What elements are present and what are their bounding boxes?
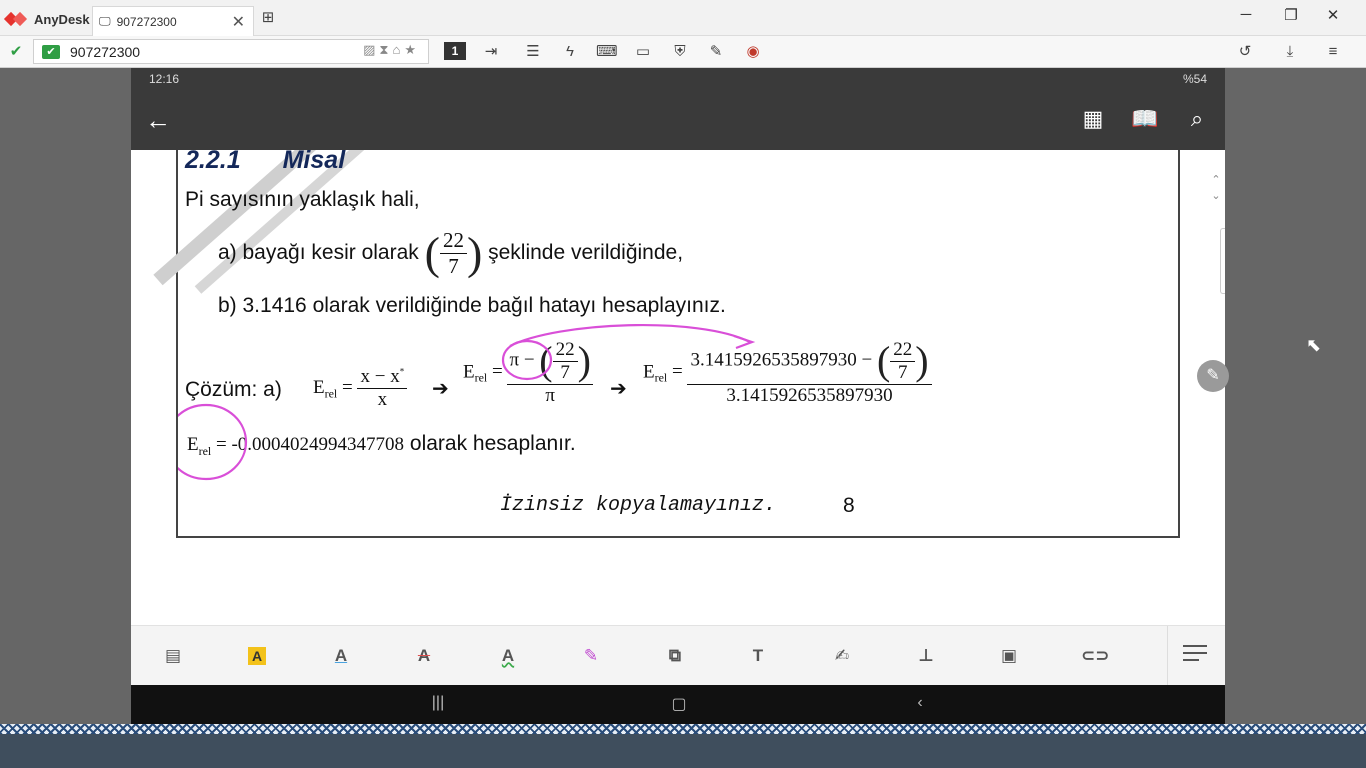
annotation-toolbar: ▤ A A A A ✎ ⧉ T ✍ ⊥ ▣ ⊂⊃ xyxy=(131,625,1225,686)
display-icon[interactable]: ▭ xyxy=(633,42,653,62)
equation-1: Erel = x − x* x xyxy=(313,366,408,411)
taskbar-stripe xyxy=(0,724,1366,734)
anydesk-brand: AnyDesk xyxy=(3,9,90,29)
display-number-badge[interactable]: 1 xyxy=(444,42,466,60)
anydesk-titlebar: AnyDesk 🖵 907272300 ✕ ⊞ ─ ❐ ✕ xyxy=(0,0,1366,36)
link-tool-icon[interactable]: ⊂⊃ xyxy=(1081,644,1110,668)
actions-icon[interactable]: ϟ xyxy=(560,42,580,62)
pdf-page: 2.2.1 Misal Pi sayısının yaklaşık hali, a… xyxy=(153,150,1180,538)
android-status-bar: 12:16 %54 xyxy=(131,68,1225,90)
shape-tool-icon[interactable]: ⧉ xyxy=(663,644,687,668)
home-icon[interactable]: ▢ xyxy=(667,694,691,714)
arrow-2: ➔ xyxy=(610,378,627,400)
anydesk-logo-icon xyxy=(3,11,28,27)
section-heading: 2.2.1 Misal xyxy=(185,150,345,175)
restore-button[interactable]: ❐ xyxy=(1279,6,1303,24)
chat-icon[interactable]: ☰ xyxy=(523,42,543,62)
comment-tool-icon[interactable]: ▤ xyxy=(161,644,185,668)
stamp-tool-icon[interactable]: ⊥ xyxy=(914,644,938,668)
result-value: -0.0004024994347708 xyxy=(231,434,405,455)
result-suffix: olarak hesaplanır. xyxy=(409,432,576,455)
signature-tool-icon[interactable]: ✍ xyxy=(830,644,854,668)
right-paren: ) xyxy=(466,227,483,279)
close-window-button[interactable]: ✕ xyxy=(1321,6,1345,24)
search-icon[interactable]: ⌕ xyxy=(1182,106,1212,132)
item-b: b) 3.1416 olarak verildiğinde bağıl hata… xyxy=(218,294,726,317)
underline-tool-icon[interactable]: A xyxy=(329,644,353,668)
new-tab-icon[interactable]: ⊞ xyxy=(259,10,277,26)
text-tool-icon[interactable]: T xyxy=(746,644,770,668)
status-time: 12:16 xyxy=(149,72,180,86)
brand-name: AnyDesk xyxy=(34,11,90,27)
anydesk-toolbar: ✔ ✔ 907272300 ▨⧗⌂★ ⇥ ☰ ϟ ⌨ ▭ ⛨ ✎ ◉ ↺ ⤓ ≡ xyxy=(0,36,1366,68)
highlight-tool-icon[interactable]: A xyxy=(248,647,266,665)
keyboard-icon[interactable]: ⌨ xyxy=(596,42,618,62)
grid-view-icon[interactable]: ▦ xyxy=(1078,106,1108,132)
item-a-prefix: a) bayağı kesir olarak xyxy=(218,241,419,265)
android-navigation-bar: ||| ▢ ‹ xyxy=(131,685,1225,724)
scroll-thumb[interactable] xyxy=(1220,228,1225,294)
item-a: a) bayağı kesir olarak (22 7) şeklinde ve… xyxy=(218,228,683,279)
permissions-icon[interactable]: ⛨ xyxy=(670,42,690,62)
minimize-button[interactable]: ─ xyxy=(1234,6,1258,23)
intro-text: Pi sayısının yaklaşık hali, xyxy=(185,188,420,211)
pen-tool-icon[interactable]: ✎ xyxy=(579,644,603,668)
edit-pencil-button[interactable]: ✎ xyxy=(1197,360,1229,392)
recents-icon[interactable]: ||| xyxy=(426,694,450,712)
tab-close-icon[interactable]: ✕ xyxy=(232,12,245,32)
section-title: Misal xyxy=(282,150,346,174)
fraction-22-7: 22 7 xyxy=(439,228,467,279)
solution-label: Çözüm: a) xyxy=(185,378,282,401)
address-value: 907272300 xyxy=(70,43,141,60)
reading-mode-icon[interactable]: 📖 xyxy=(1130,106,1160,132)
more-menu-icon[interactable] xyxy=(1183,645,1207,663)
page-number: 8 xyxy=(843,494,855,517)
arrow-1: ➔ xyxy=(432,378,449,400)
left-paren: ( xyxy=(424,227,440,279)
pdf-document-view[interactable]: 2.2.1 Misal Pi sayısının yaklaşık hali, a… xyxy=(131,150,1225,625)
image-tool-icon[interactable]: ▣ xyxy=(997,644,1021,668)
pdf-app-bar: ← ▦ 📖 ⌕ xyxy=(131,90,1225,150)
battery-level: %54 xyxy=(1182,72,1207,86)
transfer-icon[interactable]: ⇥ xyxy=(481,42,501,62)
item-a-suffix: şeklinde verildiğinde, xyxy=(488,241,684,265)
strikeout-tool-icon[interactable]: A xyxy=(412,644,436,668)
menu-icon[interactable]: ≡ xyxy=(1323,42,1343,62)
nav-back-icon[interactable]: ‹ xyxy=(908,694,932,712)
equation-3: Erel = 3.1415926535897930 − (22 7) 3.1415… xyxy=(643,338,932,407)
toolbar-separator xyxy=(1167,626,1168,686)
address-actions-icons[interactable]: ▨⧗⌂★ xyxy=(363,42,420,58)
whiteboard-icon[interactable]: ✎ xyxy=(706,42,726,62)
monitor-icon: 🖵 xyxy=(99,14,111,28)
equation-2: Erel = π − (22 7) π xyxy=(463,338,593,406)
result-line: Erel = -0.0004024994347708 olarak hesapl… xyxy=(187,432,576,458)
squiggly-tool-icon[interactable]: A xyxy=(496,644,520,668)
session-tab[interactable]: 🖵 907272300 ✕ xyxy=(92,6,254,36)
download-icon[interactable]: ⤓ xyxy=(1280,42,1300,62)
session-tab-label: 907272300 xyxy=(116,14,177,29)
record-icon[interactable]: ◉ xyxy=(743,42,763,62)
connection-status-icon[interactable]: ✔ xyxy=(6,42,26,62)
address-field[interactable]: ✔ 907272300 ▨⧗⌂★ xyxy=(33,39,429,64)
copyright-notice: İzinsiz kopyalamayınız. xyxy=(500,494,777,517)
back-arrow-icon[interactable]: ← xyxy=(145,105,171,135)
android-screen: 12:16 %54 ← ▦ 📖 ⌕ 2.2.1 Misal Pi sayısını… xyxy=(131,68,1229,724)
history-icon[interactable]: ↺ xyxy=(1235,42,1255,62)
verified-icon: ✔ xyxy=(42,44,60,59)
section-number: 2.2.1 xyxy=(185,150,241,174)
scroll-arrows[interactable]: ⌃ ⌄ xyxy=(1207,172,1225,210)
taskbar-area xyxy=(0,734,1366,768)
remote-cursor-icon: ⬉ xyxy=(1306,335,1322,355)
